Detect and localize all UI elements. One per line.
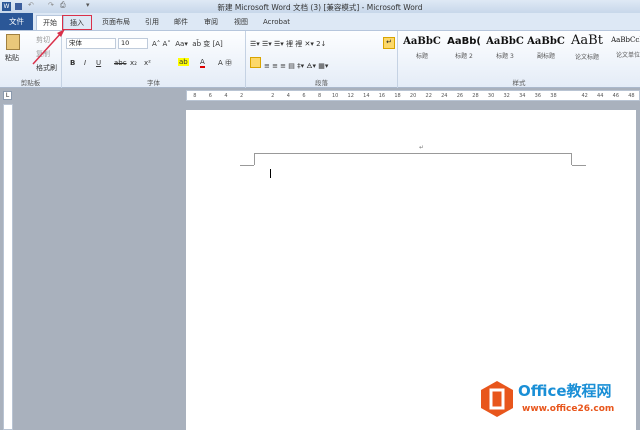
header-margin-left [240,165,254,166]
align-left-button[interactable] [250,57,261,68]
style-heading-3[interactable]: AaBbC 标题 3 [485,36,525,60]
ruler-tick: 22 [425,92,432,99]
ruler-tick: 12 [347,92,354,99]
underline-button[interactable]: U [96,59,101,67]
ruler-tick: 46 [612,92,620,99]
style-title[interactable]: AaBbC 标题 [402,36,442,60]
char-shading-icon[interactable]: A ㊥ [218,58,232,68]
list-buttons[interactable]: ☰▾ ☰▾ ☰▾ 裡 裡 ✕▾ 2↓ [250,39,326,49]
ruler-tick: 18 [394,92,401,99]
paragraph-mark: ↵ [419,144,425,151]
header-line [254,153,572,165]
clipboard-label: 剪贴板 [20,79,41,87]
bold-button[interactable]: B [70,59,75,67]
tab-file[interactable]: 文件 [0,13,33,30]
ruler-tick: 20 [409,92,417,99]
ruler-tick: 44 [597,92,604,99]
ruler-tick: 32 [503,92,510,99]
ruler-tick: 36 [534,92,542,99]
grow-font-button[interactable]: A˄ A˅ Aa▾ ab̄ 变 [A] [152,39,223,49]
ruler-tick: 34 [519,92,526,99]
style-paper-unit[interactable]: AaBbCcD论文单位 [608,36,640,59]
paste-icon [6,34,20,50]
ribbon-tabs: 开始 插入 页面布局 引用 邮件 审阅 视图 Acrobat [0,13,640,30]
font-name-select[interactable]: 宋体 [66,38,116,49]
paste-button[interactable]: 粘贴 [5,53,19,63]
tab-page-layout[interactable]: 页面布局 [96,15,136,30]
ruler-tick: 2 [239,92,244,99]
ruler-tick: 4 [286,92,290,99]
style-heading-2[interactable]: AaBb(标题 2 [444,36,484,60]
tab-review[interactable]: 审阅 [198,15,224,30]
ruler-tick: 30 [487,92,495,99]
ruler-tick: 8 [193,92,197,99]
tab-view[interactable]: 视图 [228,15,254,30]
watermark: Office教程网 www.office26.com [470,376,640,428]
styles-label: 样式 [512,79,526,87]
paragraph-label: 段落 [315,79,328,87]
ruler-tick: 2 [271,92,275,99]
watermark-url: www.office26.com [522,404,615,414]
font-group: 宋体 10 A˄ A˅ Aa▾ ab̄ 变 [A] B I U abc x₂ x… [62,31,246,88]
italic-button[interactable]: I [84,59,86,67]
font-color-icon[interactable]: A [200,58,205,68]
ruler-tick: 16 [378,92,386,99]
style-subtitle[interactable]: AaBbC 副标题 [526,36,566,60]
annotation-arrow [32,29,65,65]
ruler-tick: 6 [302,92,306,99]
subscript-button[interactable]: x₂ [130,59,137,67]
ruler-tick: 4 [224,92,228,99]
ruler-tick: 10 [331,92,339,99]
style-paper-title[interactable]: AaBt 论文标题 [567,33,607,61]
ruler-tick: 48 [628,92,635,99]
watermark-brand: Office教程网 [518,382,612,400]
ruler-tick: 14 [363,92,370,99]
ruler-tick: 24 [441,92,448,99]
vertical-ruler[interactable] [3,104,13,430]
ribbon: 粘贴 剪切 复制 格式刷 剪贴板 宋体 10 A˄ A˅ Aa▾ ab̄ 变 [… [0,30,640,88]
paragraph-group: ☰▾ ☰▾ ☰▾ 裡 裡 ✕▾ 2↓ ↵ ≡ ≡ ≡ ▤ ‡▾ 🜁▾ ▦▾ 段落 [246,31,398,88]
office-logo-icon [481,381,513,417]
tab-references[interactable]: 引用 [139,15,165,30]
highlight-icon[interactable]: ab [178,58,189,66]
superscript-button[interactable]: x² [144,59,151,67]
text-cursor[interactable] [270,169,271,178]
ruler-tick: 26 [456,92,464,99]
title-bar: W ↶ ↷ ⎙ ▾ 新建 Microsoft Word 文档 (3) [兼容模式… [0,0,640,13]
window-title: 新建 Microsoft Word 文档 (3) [兼容模式] - Micros… [217,3,423,12]
ruler-toggle[interactable]: L [3,91,12,100]
header-margin-right [572,165,586,166]
font-size-select[interactable]: 10 [118,38,148,49]
align-buttons[interactable]: ≡ ≡ ≡ ▤ ‡▾ 🜁▾ ▦▾ [264,58,328,72]
styles-group: AaBbC 标题 AaBb(标题 2 AaBbC 标题 3 AaBbC 副标题 AaB… [398,31,640,88]
tab-acrobat[interactable]: Acrobat [257,15,296,30]
ruler-tick: 28 [472,92,479,99]
horizontal-ruler[interactable]: 8 6 4 2 2 4 6 8 10 12 14 16 18 20 22 24 26 28 30 32 34 36 38 42… [186,90,640,101]
ruler-tick: 42 [581,92,588,99]
strikethrough-button[interactable]: abc [114,59,127,67]
ruler-tick: 38 [550,92,557,99]
tab-mailings[interactable]: 邮件 [168,15,194,30]
show-marks-button[interactable]: ↵ [383,37,395,49]
ruler-tick: 6 [208,92,212,99]
ruler-tick: 8 [317,92,322,99]
font-label: 字体 [147,79,160,87]
